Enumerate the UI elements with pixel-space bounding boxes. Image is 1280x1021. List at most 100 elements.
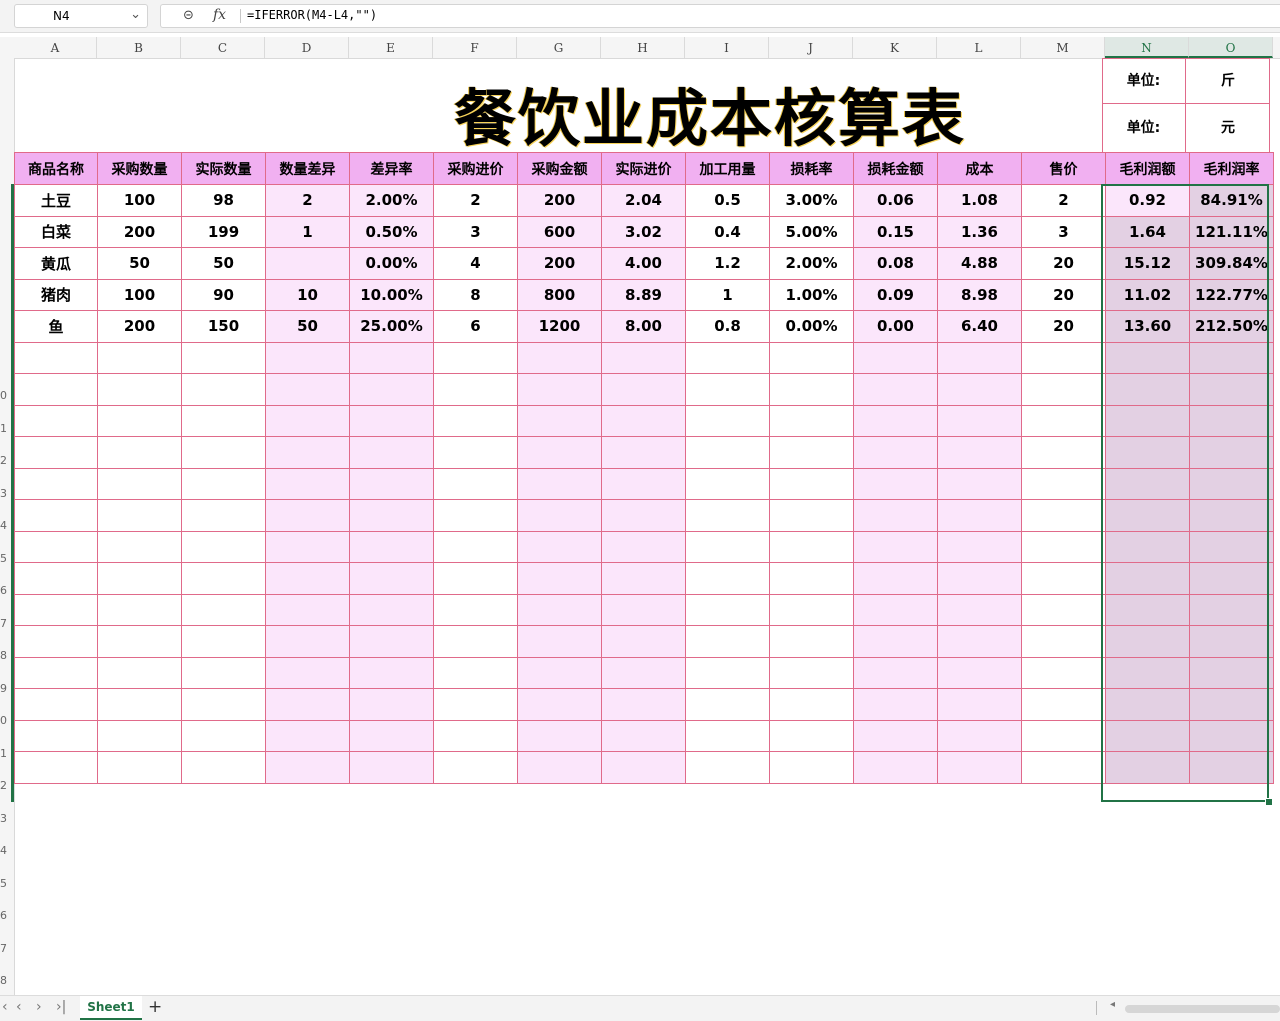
table-cell[interactable]: 90 — [181, 278, 266, 311]
column-header-i[interactable]: I — [685, 37, 769, 58]
table-cell[interactable] — [265, 373, 350, 406]
table-cell[interactable] — [181, 467, 266, 500]
table-cell[interactable] — [685, 530, 770, 563]
row-number[interactable]: 5 — [0, 552, 10, 565]
table-cell[interactable] — [14, 404, 98, 437]
table-cell[interactable]: 0.4 — [685, 215, 770, 248]
table-cell[interactable]: 199 — [181, 215, 266, 248]
column-title[interactable]: 采购进价 — [433, 152, 518, 185]
column-header-o[interactable]: O — [1189, 37, 1273, 58]
table-cell[interactable]: 20 — [1021, 247, 1106, 280]
table-cell[interactable] — [937, 656, 1022, 689]
column-title[interactable]: 毛利润率 — [1189, 152, 1274, 185]
table-cell[interactable] — [517, 436, 602, 469]
table-cell[interactable] — [349, 751, 434, 784]
row-number[interactable]: 9 — [0, 682, 10, 695]
table-cell[interactable] — [97, 373, 182, 406]
table-cell[interactable] — [97, 751, 182, 784]
table-cell[interactable] — [937, 625, 1022, 658]
table-cell[interactable] — [853, 530, 938, 563]
table-cell[interactable] — [685, 656, 770, 689]
table-cell[interactable] — [14, 530, 98, 563]
table-cell[interactable]: 0.00% — [349, 247, 434, 280]
table-cell[interactable] — [1189, 467, 1274, 500]
table-cell[interactable] — [349, 499, 434, 532]
table-cell[interactable]: 0.8 — [685, 310, 770, 343]
table-cell[interactable]: 4.00 — [601, 247, 686, 280]
table-cell[interactable]: 8.98 — [937, 278, 1022, 311]
table-cell[interactable]: 1 — [265, 215, 350, 248]
table-cell[interactable]: 2.04 — [601, 184, 686, 217]
table-cell[interactable] — [685, 688, 770, 721]
row-number[interactable]: 6 — [0, 584, 10, 597]
table-cell[interactable]: 0.00 — [853, 310, 938, 343]
table-cell[interactable] — [685, 373, 770, 406]
select-all-corner[interactable] — [0, 37, 15, 59]
column-title[interactable]: 实际数量 — [181, 152, 266, 185]
table-cell[interactable] — [853, 593, 938, 626]
row-number[interactable]: 7 — [0, 617, 10, 630]
table-cell[interactable] — [1105, 562, 1190, 595]
table-cell[interactable] — [181, 530, 266, 563]
table-cell[interactable] — [601, 404, 686, 437]
table-cell[interactable] — [1105, 373, 1190, 406]
table-cell[interactable] — [1021, 530, 1106, 563]
table-cell[interactable] — [14, 593, 98, 626]
table-cell[interactable] — [853, 499, 938, 532]
table-cell[interactable] — [265, 247, 350, 280]
table-cell[interactable] — [265, 719, 350, 752]
table-cell[interactable]: 800 — [517, 278, 602, 311]
table-cell[interactable] — [937, 562, 1022, 595]
table-cell[interactable] — [685, 719, 770, 752]
column-title[interactable]: 加工用量 — [685, 152, 770, 185]
table-cell[interactable] — [433, 688, 518, 721]
table-cell[interactable] — [853, 436, 938, 469]
table-cell[interactable] — [517, 719, 602, 752]
unit-weight-value[interactable]: 斤 — [1186, 70, 1270, 90]
table-cell[interactable] — [433, 404, 518, 437]
table-cell[interactable] — [349, 530, 434, 563]
column-header-l[interactable]: L — [937, 37, 1021, 58]
table-cell[interactable] — [937, 436, 1022, 469]
table-cell[interactable] — [433, 373, 518, 406]
table-cell[interactable]: 84.91% — [1189, 184, 1274, 217]
column-header-h[interactable]: H — [601, 37, 685, 58]
column-title[interactable]: 毛利润额 — [1105, 152, 1190, 185]
table-cell[interactable]: 2.00% — [349, 184, 434, 217]
table-cell[interactable] — [349, 593, 434, 626]
table-cell[interactable] — [14, 373, 98, 406]
table-cell[interactable] — [853, 751, 938, 784]
table-cell[interactable] — [14, 499, 98, 532]
table-cell[interactable] — [937, 467, 1022, 500]
table-cell[interactable]: 122.77% — [1189, 278, 1274, 311]
column-title[interactable]: 商品名称 — [14, 152, 98, 185]
table-cell[interactable]: 3 — [1021, 215, 1106, 248]
table-cell[interactable] — [1021, 436, 1106, 469]
column-title[interactable]: 实际进价 — [601, 152, 686, 185]
column-header-e[interactable]: E — [349, 37, 433, 58]
table-cell[interactable] — [14, 751, 98, 784]
table-cell[interactable] — [349, 404, 434, 437]
column-title[interactable]: 采购数量 — [97, 152, 182, 185]
table-cell[interactable] — [97, 562, 182, 595]
table-cell[interactable] — [265, 593, 350, 626]
table-cell[interactable] — [517, 593, 602, 626]
table-cell[interactable]: 25.00% — [349, 310, 434, 343]
table-cell[interactable] — [1105, 751, 1190, 784]
table-cell[interactable] — [601, 530, 686, 563]
table-cell[interactable] — [853, 341, 938, 374]
table-cell[interactable] — [937, 688, 1022, 721]
table-cell[interactable] — [181, 719, 266, 752]
table-cell[interactable] — [349, 719, 434, 752]
table-cell[interactable] — [769, 625, 854, 658]
column-title[interactable]: 损耗金额 — [853, 152, 938, 185]
table-cell[interactable] — [769, 562, 854, 595]
table-cell[interactable]: 200 — [97, 310, 182, 343]
table-cell[interactable] — [97, 688, 182, 721]
table-cell[interactable] — [685, 593, 770, 626]
table-cell[interactable] — [517, 373, 602, 406]
table-cell[interactable] — [433, 751, 518, 784]
table-cell[interactable] — [769, 373, 854, 406]
table-cell[interactable] — [14, 625, 98, 658]
row-number[interactable]: 8 — [0, 974, 10, 987]
